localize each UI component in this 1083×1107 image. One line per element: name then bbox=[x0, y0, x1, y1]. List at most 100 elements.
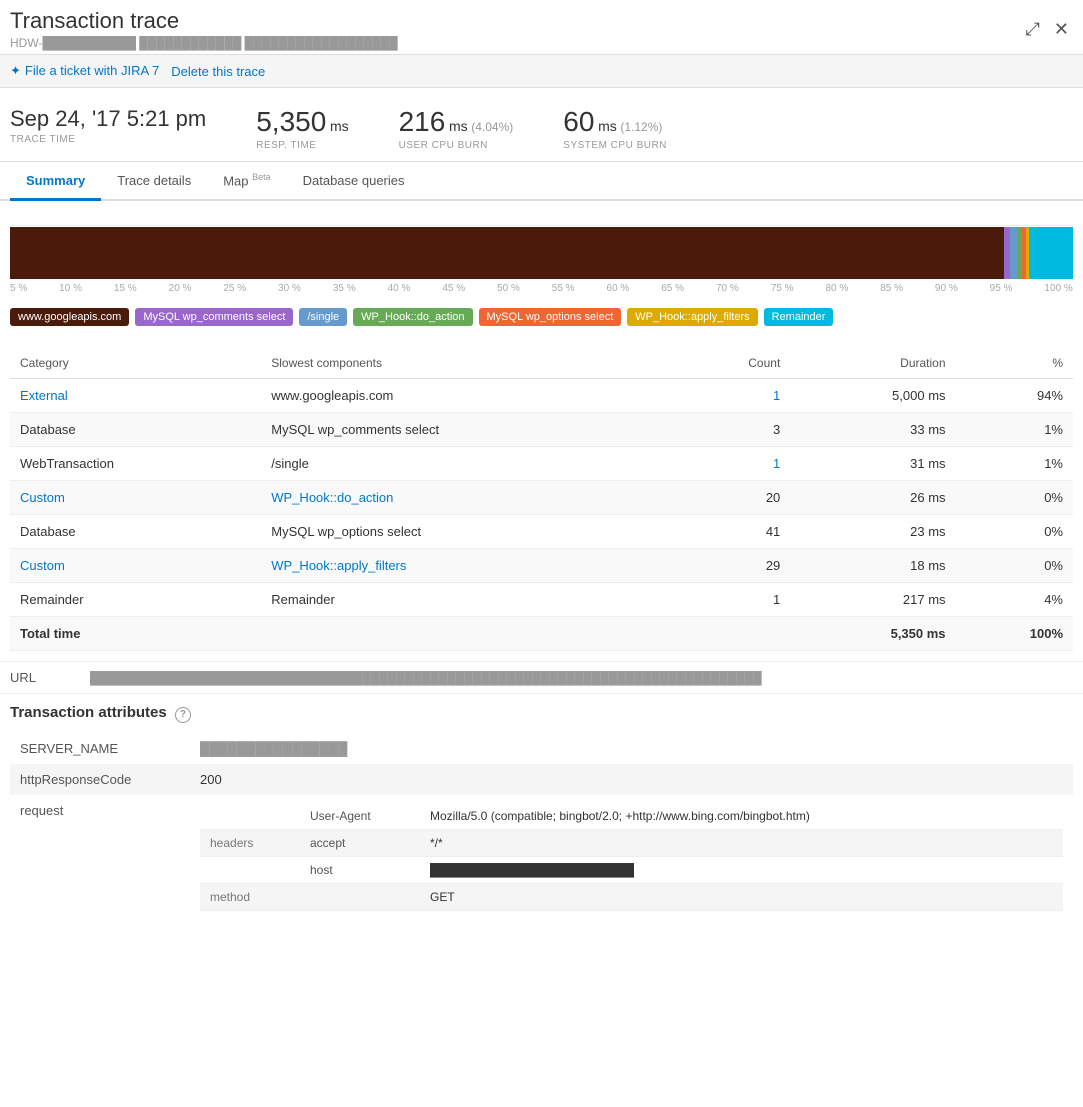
category-link[interactable]: Custom bbox=[20, 558, 65, 573]
legend-item[interactable]: WP_Hook::apply_filters bbox=[627, 308, 757, 326]
category-link[interactable]: External bbox=[20, 388, 68, 403]
attributes-table: SERVER_NAME ████████████████ httpRespons… bbox=[10, 733, 1073, 919]
tab-trace-details[interactable]: Trace details bbox=[101, 163, 207, 201]
headers-label: headers bbox=[200, 829, 300, 856]
col-category: Category bbox=[10, 348, 261, 379]
sys-cpu-value: 60 bbox=[563, 106, 594, 137]
resp-time-unit: ms bbox=[330, 118, 349, 134]
component-link[interactable]: WP_Hook::do_action bbox=[271, 490, 393, 505]
tab-database-queries[interactable]: Database queries bbox=[287, 163, 421, 201]
resp-time-metric: 5,350 ms RESP. TIME bbox=[256, 106, 348, 151]
request-row: request User-Agent Mozilla/5.0 (compatib… bbox=[10, 795, 1073, 919]
user-agent-label: User-Agent bbox=[300, 803, 420, 830]
col-count: Count bbox=[676, 348, 791, 379]
user-cpu-metric: 216 ms (4.04%) USER CPU BURN bbox=[399, 106, 514, 151]
server-name-row: SERVER_NAME ████████████████ bbox=[10, 733, 1073, 764]
sys-cpu-label: SYSTEM CPU BURN bbox=[563, 140, 667, 151]
summary-table: Category Slowest components Count Durati… bbox=[10, 348, 1073, 651]
trace-time-metric: Sep 24, '17 5:21 pm TRACE TIME bbox=[10, 106, 206, 145]
chart-axis: 5 %10 %15 %20 %25 %30 %35 %40 %45 %50 %5… bbox=[10, 279, 1073, 302]
url-label: URL bbox=[10, 670, 70, 685]
axis-label: 100 % bbox=[1044, 283, 1072, 294]
tab-summary[interactable]: Summary bbox=[10, 163, 101, 201]
attributes-title: Transaction attributes bbox=[10, 704, 167, 721]
axis-label: 25 % bbox=[223, 283, 246, 294]
axis-label: 90 % bbox=[935, 283, 958, 294]
chart-segment bbox=[10, 227, 1004, 279]
method-label: method bbox=[200, 883, 300, 910]
summary-table-container: Category Slowest components Count Durati… bbox=[0, 338, 1083, 651]
legend-item[interactable]: MySQL wp_options select bbox=[479, 308, 622, 326]
axis-label: 95 % bbox=[990, 283, 1013, 294]
url-row: URL ████████████████████████████████████… bbox=[0, 661, 1083, 694]
total-row: Total time5,350 ms100% bbox=[10, 617, 1073, 651]
jira-ticket-link[interactable]: ✦ File a ticket with JIRA 7 bbox=[10, 63, 159, 79]
axis-label: 5 % bbox=[10, 283, 27, 294]
resp-time-label: RESP. TIME bbox=[256, 140, 348, 151]
axis-label: 20 % bbox=[169, 283, 192, 294]
beta-badge: Beta bbox=[252, 172, 271, 182]
axis-label: 55 % bbox=[552, 283, 575, 294]
close-button[interactable]: ✕ bbox=[1050, 15, 1073, 44]
sys-cpu-pct: (1.12%) bbox=[620, 120, 662, 134]
host-row: host ████████████████████████ bbox=[200, 856, 1063, 883]
axis-label: 70 % bbox=[716, 283, 739, 294]
axis-label: 60 % bbox=[607, 283, 630, 294]
tab-map[interactable]: Map Beta bbox=[207, 162, 286, 201]
user-agent-value: Mozilla/5.0 (compatible; bingbot/2.0; +h… bbox=[420, 803, 1063, 830]
legend-item[interactable]: /single bbox=[299, 308, 347, 326]
method-row: method GET bbox=[200, 883, 1063, 910]
http-code-label: httpResponseCode bbox=[10, 764, 190, 795]
table-row: CustomWP_Hook::apply_filters2918 ms0% bbox=[10, 549, 1073, 583]
axis-label: 45 % bbox=[442, 283, 465, 294]
user-cpu-value: 216 bbox=[399, 106, 446, 137]
axis-label: 40 % bbox=[388, 283, 411, 294]
chart-legend: www.googleapis.com MySQL wp_comments sele… bbox=[0, 302, 1083, 338]
method-value: GET bbox=[420, 883, 1063, 910]
accept-label: accept bbox=[300, 829, 420, 856]
component-link[interactable]: WP_Hook::apply_filters bbox=[271, 558, 406, 573]
axis-label: 50 % bbox=[497, 283, 520, 294]
server-name-value: ████████████████ bbox=[190, 733, 1073, 764]
axis-label: 65 % bbox=[661, 283, 684, 294]
axis-label: 30 % bbox=[278, 283, 301, 294]
tab-bar: Summary Trace details Map Beta Database … bbox=[0, 162, 1083, 201]
legend-item[interactable]: www.googleapis.com bbox=[10, 308, 129, 326]
axis-label: 75 % bbox=[771, 283, 794, 294]
request-nested-table: User-Agent Mozilla/5.0 (compatible; bing… bbox=[200, 803, 1063, 911]
trace-time-label: TRACE TIME bbox=[10, 134, 206, 145]
page-subtitle: HDW-███████████ ████████████ ███████████… bbox=[10, 36, 398, 50]
legend-item[interactable]: Remainder bbox=[764, 308, 834, 326]
col-duration: Duration bbox=[790, 348, 955, 379]
jira-label: File a ticket with JIRA 7 bbox=[25, 63, 159, 78]
sys-cpu-metric: 60 ms (1.12%) SYSTEM CPU BURN bbox=[563, 106, 667, 151]
count-link[interactable]: 1 bbox=[773, 388, 780, 403]
axis-label: 85 % bbox=[880, 283, 903, 294]
category-link[interactable]: Custom bbox=[20, 490, 65, 505]
user-cpu-unit: ms bbox=[449, 118, 468, 134]
expand-button[interactable]: ⤢ bbox=[1022, 15, 1044, 44]
delete-label: Delete this trace bbox=[171, 64, 265, 79]
sys-cpu-unit: ms bbox=[598, 118, 617, 134]
chart-segment bbox=[1029, 227, 1073, 279]
chart-area: 5 %10 %15 %20 %25 %30 %35 %40 %45 %50 %5… bbox=[0, 201, 1083, 302]
table-row: Externalwww.googleapis.com15,000 ms94% bbox=[10, 379, 1073, 413]
resp-time-value: 5,350 bbox=[256, 106, 326, 137]
trace-time-value: Sep 24, '17 5:21 pm bbox=[10, 106, 206, 132]
axis-label: 10 % bbox=[59, 283, 82, 294]
table-row: WebTransaction/single131 ms1% bbox=[10, 447, 1073, 481]
attributes-section: Transaction attributes ? SERVER_NAME ███… bbox=[0, 694, 1083, 929]
user-cpu-pct: (4.04%) bbox=[471, 120, 513, 134]
headers-row: headers accept */* bbox=[200, 829, 1063, 856]
accept-value: */* bbox=[420, 829, 1063, 856]
legend-item[interactable]: MySQL wp_comments select bbox=[135, 308, 293, 326]
legend-item[interactable]: WP_Hook::do_action bbox=[353, 308, 472, 326]
user-cpu-label: USER CPU BURN bbox=[399, 140, 514, 151]
axis-label: 15 % bbox=[114, 283, 137, 294]
url-value: ████████████████████████████████████████… bbox=[90, 671, 762, 685]
jira-icon: ✦ bbox=[10, 63, 21, 78]
count-link[interactable]: 1 bbox=[773, 456, 780, 471]
delete-trace-link[interactable]: Delete this trace bbox=[171, 64, 265, 79]
help-icon[interactable]: ? bbox=[175, 707, 191, 723]
table-row: RemainderRemainder1217 ms4% bbox=[10, 583, 1073, 617]
